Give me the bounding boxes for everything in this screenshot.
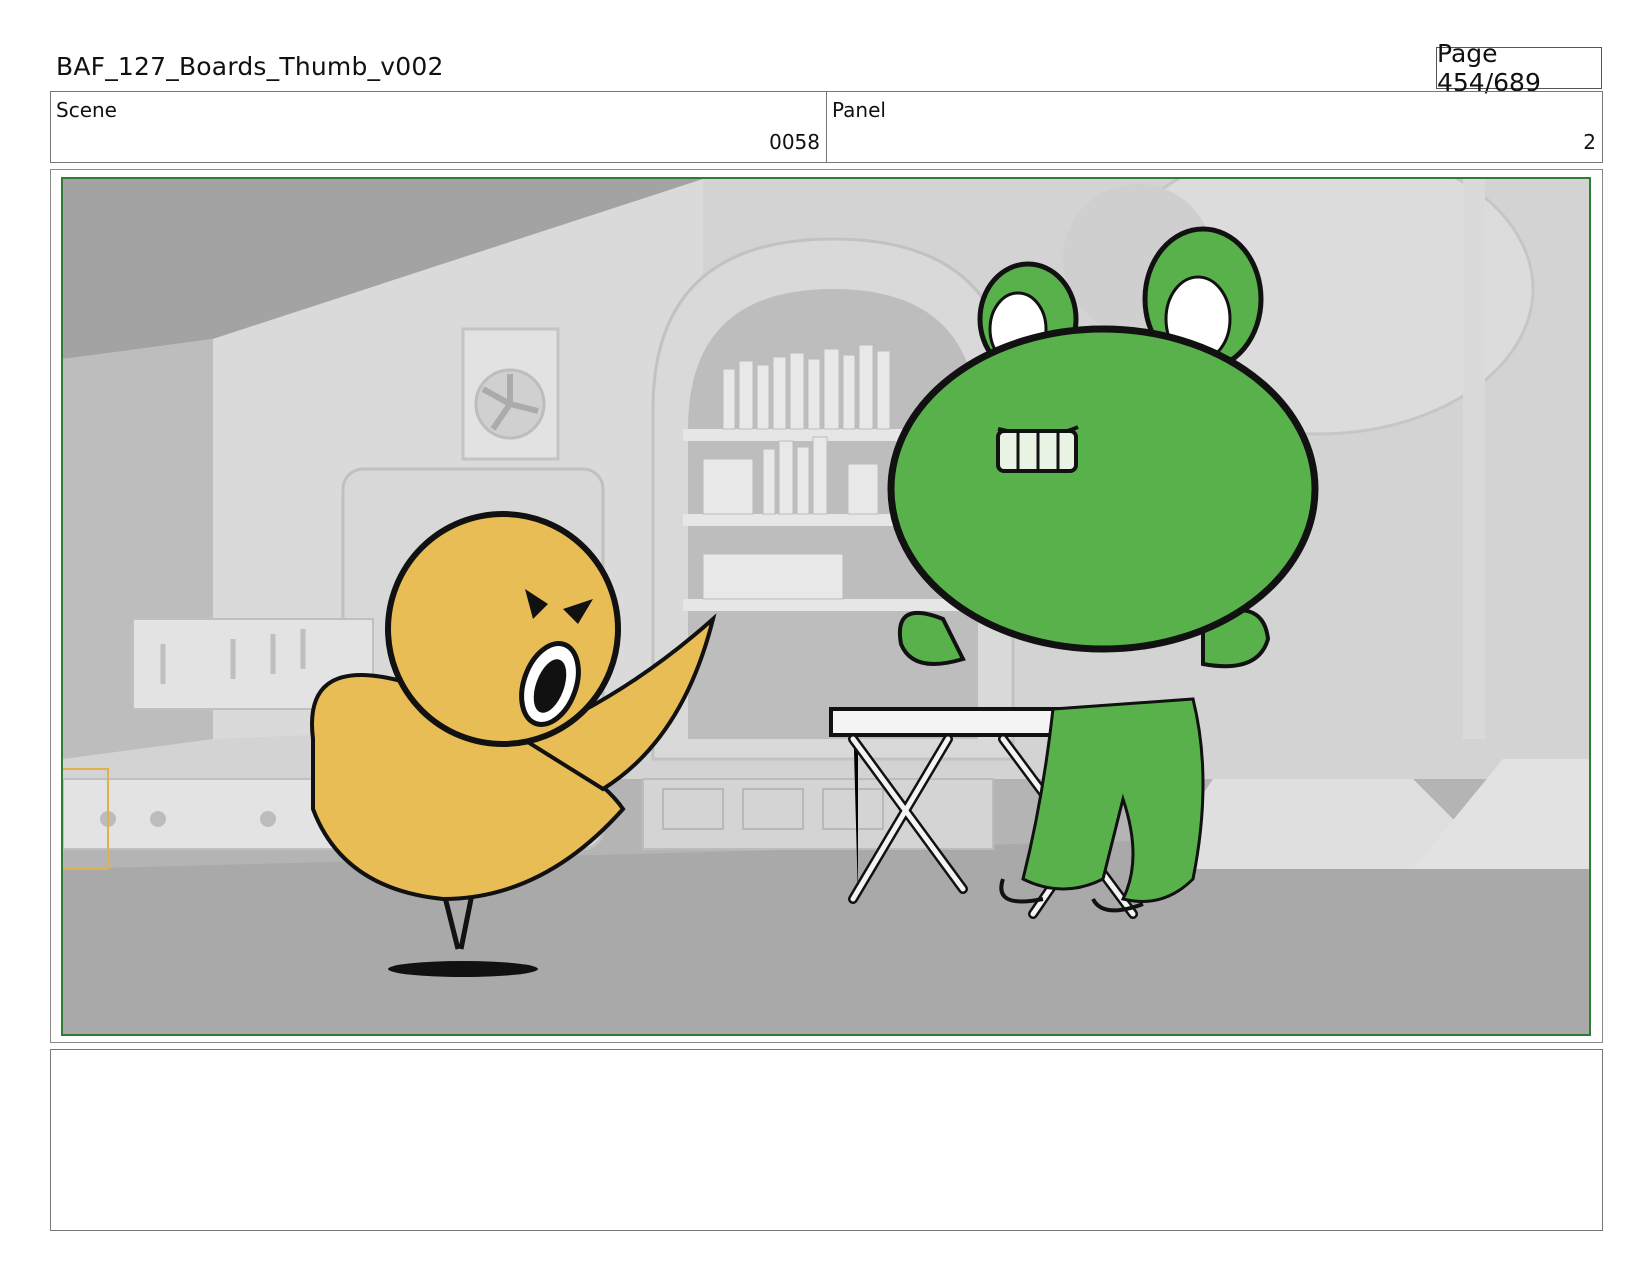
storyboard-drawing [63,179,1589,1034]
scene-label: Scene [56,98,117,122]
panel-number: 2 [1583,130,1596,154]
kitchen-background [63,179,1589,1034]
scene-cell: Scene 0058 [51,92,827,162]
scene-number: 0058 [769,130,820,154]
panel-notes-box [50,1049,1603,1231]
panel-label: Panel [832,98,886,122]
scene-panel-info-row: Scene 0058 Panel 2 [50,91,1603,163]
document-title: BAF_127_Boards_Thumb_v002 [56,52,444,81]
storyboard-panel-image [61,177,1591,1036]
page-number: Page 454/689 [1436,39,1602,97]
panel-cell: Panel 2 [827,92,1602,162]
